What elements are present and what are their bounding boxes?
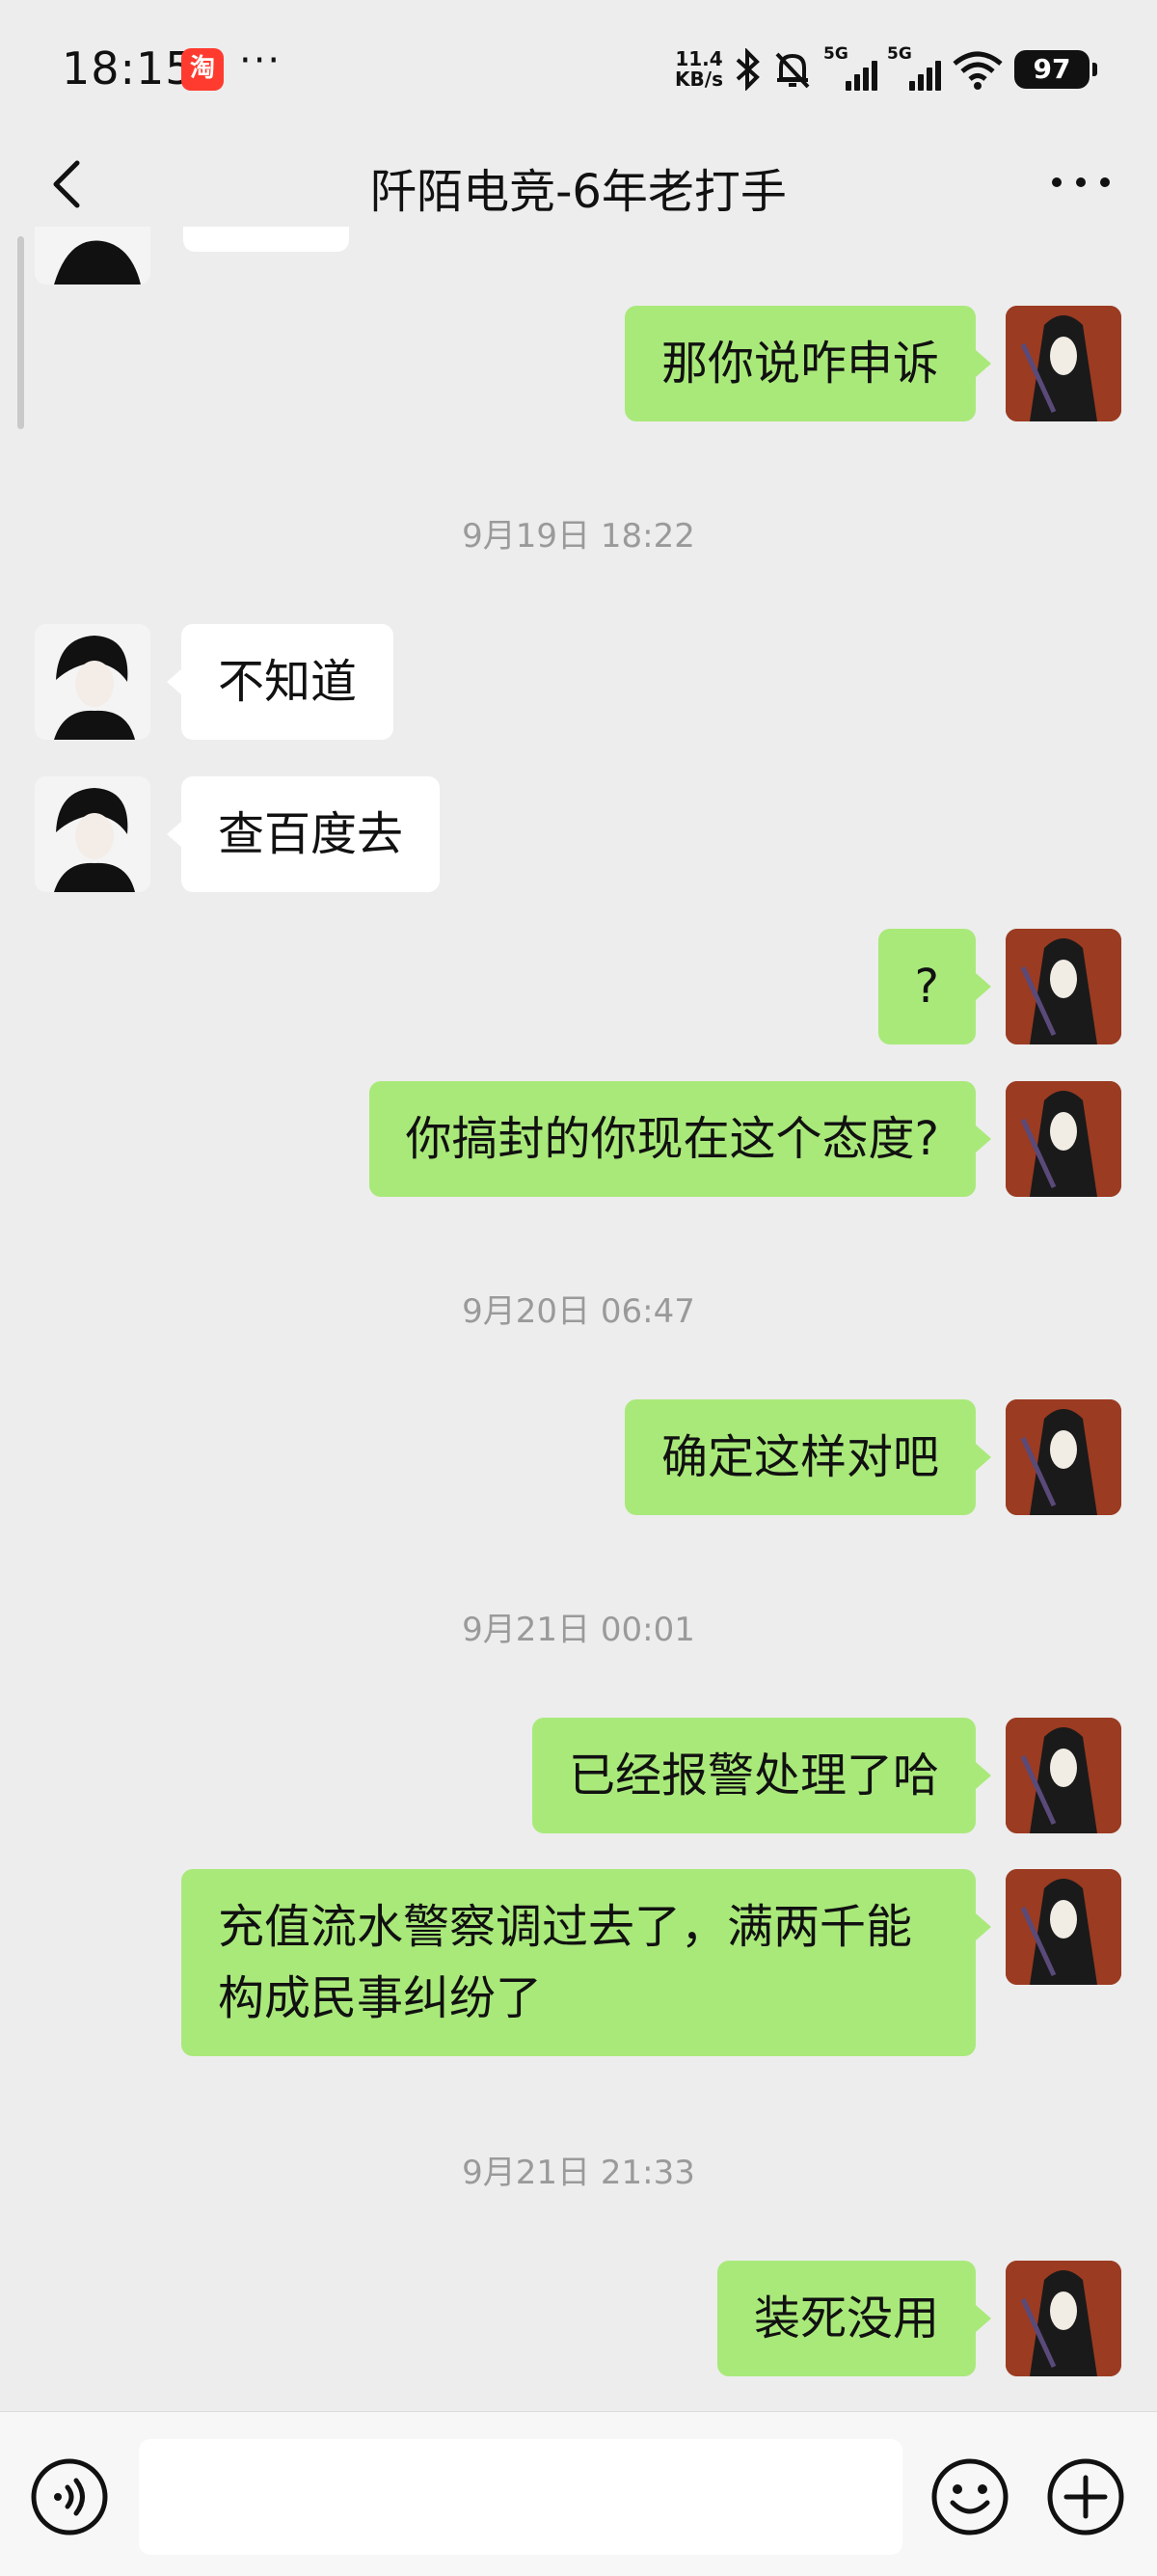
message-bubble-sent[interactable]: 充值流水警察调过去了，满两千能构成民事纠纷了 — [181, 1869, 976, 2056]
partial-message-bubble — [183, 227, 349, 252]
wifi-icon — [951, 48, 1005, 91]
my-avatar[interactable] — [1006, 929, 1121, 1044]
bubble-tail — [976, 1913, 991, 1940]
more-icon — [1052, 177, 1110, 187]
timestamp: 9月19日 18:22 — [462, 517, 695, 556]
plus-button[interactable] — [1045, 2456, 1126, 2537]
chat-header: 阡陌电竞-6年老打手 — [0, 140, 1157, 227]
battery-indicator: 97 — [1014, 50, 1097, 89]
my-avatar[interactable] — [1006, 306, 1121, 421]
timestamp: 9月21日 21:33 — [462, 2154, 695, 2192]
contact-avatar[interactable] — [35, 624, 150, 740]
contact-avatar[interactable] — [35, 227, 150, 285]
message-bubble-received[interactable]: 不知道 — [181, 624, 394, 740]
my-avatar[interactable] — [1006, 2261, 1121, 2376]
more-options-button[interactable] — [1047, 155, 1115, 209]
message-bubble-sent[interactable]: ? — [877, 929, 976, 1044]
mute-bell-icon — [771, 48, 814, 91]
timestamp: 9月20日 06:47 — [462, 1292, 695, 1331]
signal-icon-2: 5G — [887, 44, 941, 91]
chat-title: 阡陌电竞-6年老打手 — [370, 165, 787, 219]
status-time: 18:15 — [62, 42, 195, 95]
signal-1-label: 5G — [823, 44, 848, 64]
status-indicators: 11.4 KB/s 5G 5G 97 — [675, 42, 1097, 96]
voice-button[interactable] — [29, 2456, 110, 2537]
my-avatar[interactable] — [1006, 1081, 1121, 1197]
message-input[interactable] — [139, 2439, 902, 2555]
bubble-tail — [167, 821, 182, 848]
message-bubble-sent[interactable]: 确定这样对吧 — [624, 1399, 976, 1515]
emoji-button[interactable] — [929, 2456, 1010, 2537]
signal-icon-1: 5G — [823, 44, 877, 91]
network-speed-unit: KB/s — [675, 68, 723, 91]
bubble-tail — [976, 1125, 991, 1152]
back-arrow-icon — [53, 160, 80, 208]
bubble-tail — [167, 668, 182, 695]
my-avatar[interactable] — [1006, 1869, 1121, 1985]
emoji-icon — [931, 2458, 1009, 2535]
message-bubble-sent[interactable]: 装死没用 — [716, 2261, 976, 2376]
message-bubble-sent[interactable]: 已经报警处理了哈 — [531, 1718, 976, 1833]
my-avatar[interactable] — [1006, 1718, 1121, 1833]
input-bar — [0, 2411, 1157, 2576]
contact-avatar[interactable] — [35, 776, 150, 892]
bubble-tail — [976, 2305, 991, 2332]
chat-message-list[interactable]: 那你说咋申诉 9月19日 18:22 不知道 查百度去 ? 你搞封的你现在这个态… — [0, 227, 1157, 2411]
message-bubble-sent[interactable]: 你搞封的你现在这个态度? — [368, 1081, 976, 1197]
network-speed: 11.4 KB/s — [675, 49, 723, 90]
status-bar: 18:15 淘 ··· 11.4 KB/s 5G 5G 97 — [0, 0, 1157, 140]
plus-icon — [1047, 2458, 1124, 2535]
back-button[interactable] — [42, 157, 96, 211]
bluetooth-icon — [733, 48, 762, 91]
taobao-app-icon: 淘 — [181, 48, 224, 91]
voice-icon — [31, 2458, 108, 2535]
bubble-tail — [976, 350, 991, 377]
scroll-indicator[interactable] — [17, 236, 24, 429]
bubble-tail — [976, 1762, 991, 1789]
bubble-tail — [976, 973, 991, 1000]
status-more-indicator: ··· — [239, 39, 283, 83]
my-avatar[interactable] — [1006, 1399, 1121, 1515]
signal-2-label: 5G — [887, 44, 912, 64]
bubble-tail — [976, 1444, 991, 1471]
message-bubble-sent[interactable]: 那你说咋申诉 — [624, 306, 976, 421]
message-bubble-received[interactable]: 查百度去 — [181, 776, 441, 892]
network-speed-value: 11.4 — [675, 47, 723, 70]
timestamp: 9月21日 00:01 — [462, 1611, 695, 1649]
